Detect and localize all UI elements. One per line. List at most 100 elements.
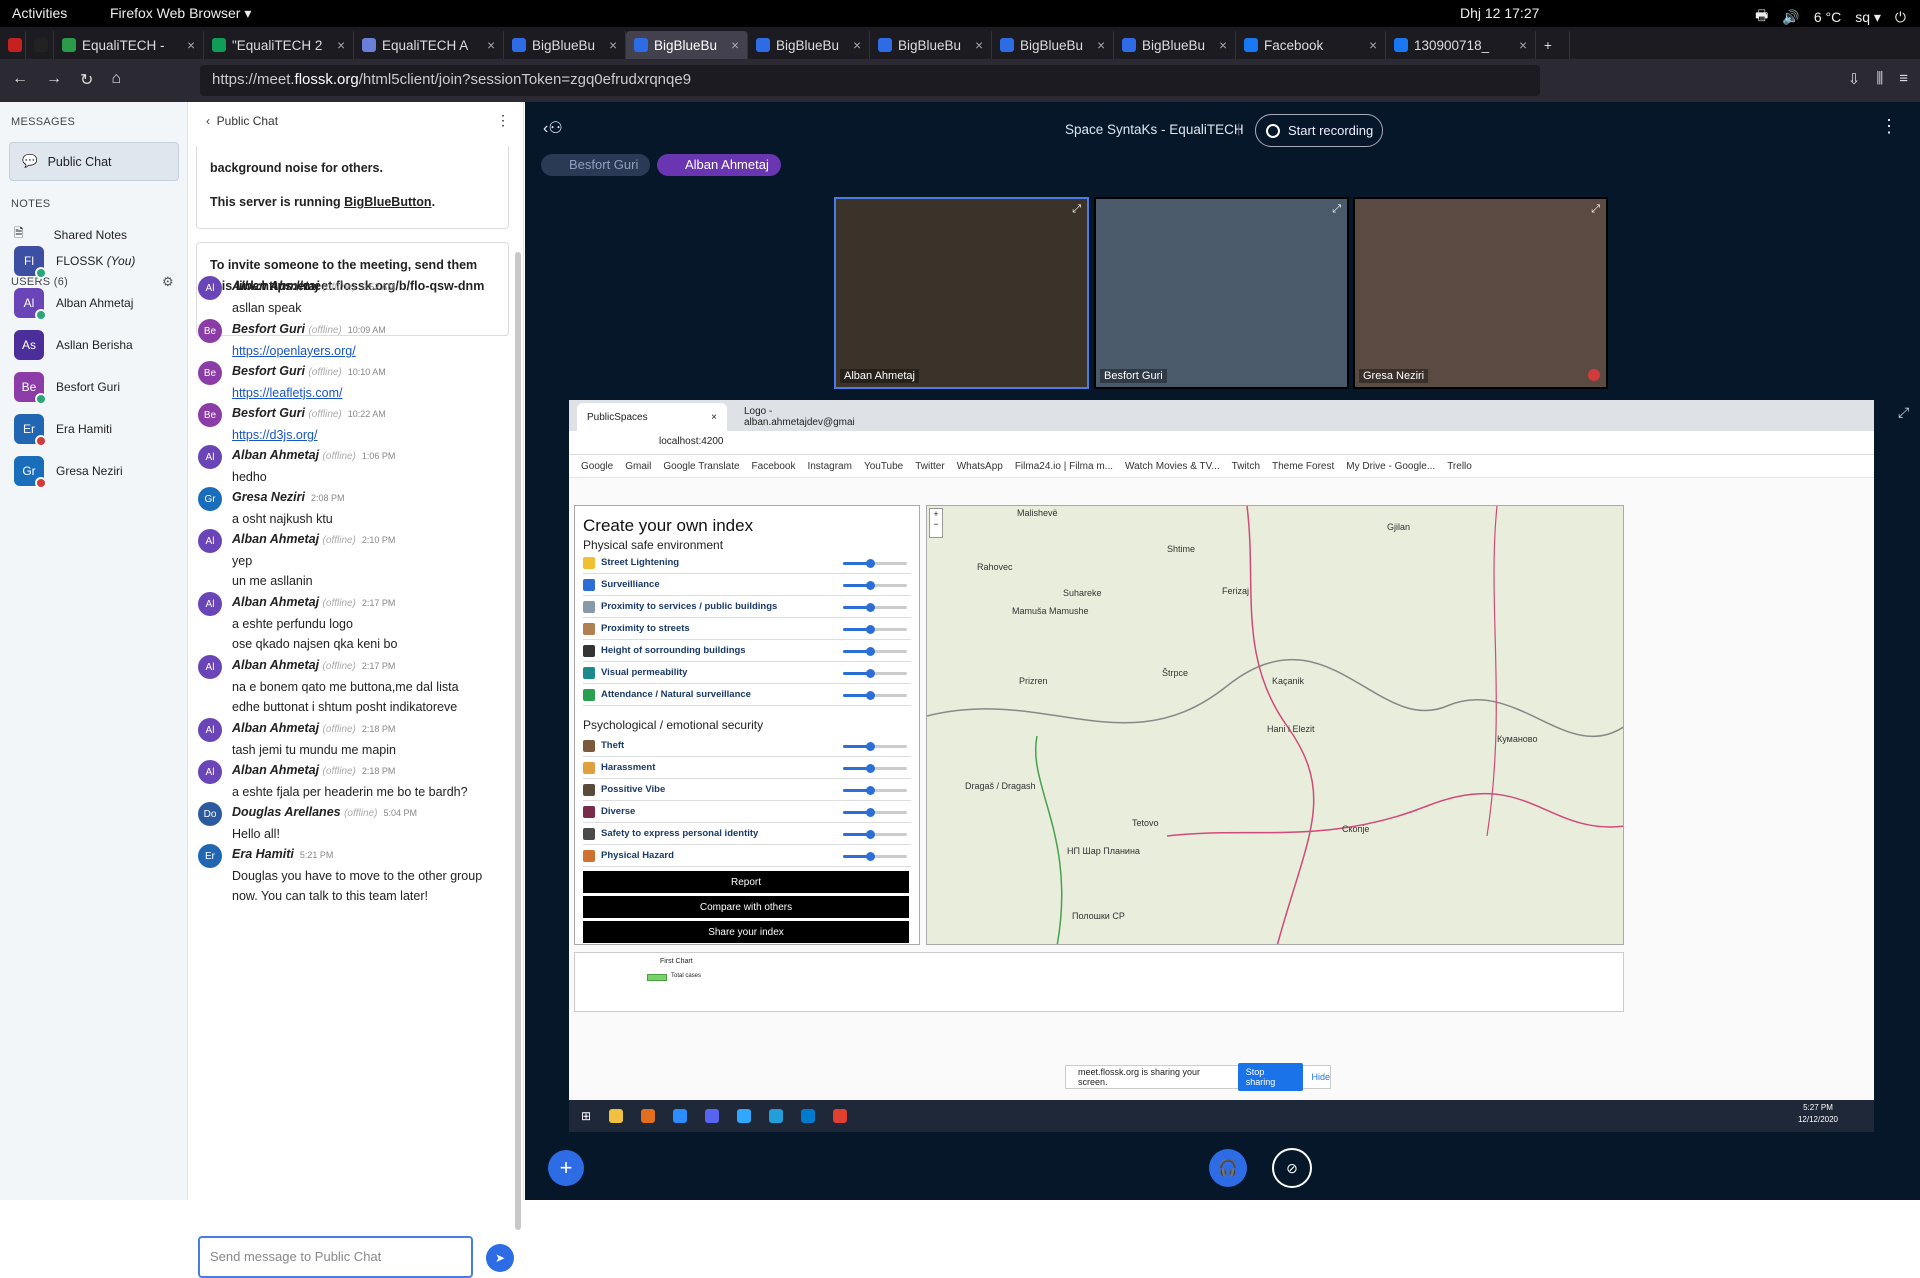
browser-tab[interactable]: "EqualiTECH 2 × (204, 31, 354, 59)
report-button[interactable]: Report (583, 871, 909, 893)
map-view[interactable]: Malishevë Gjilan Ferizaj Shtime Rahovec Suhar… (926, 505, 1624, 945)
screenshare-view[interactable]: PublicSpaces × Logo - alban.ahmetajdev@gm… (569, 400, 1874, 1132)
user-item[interactable]: Be Besfort Guri (14, 372, 120, 405)
browser-tab[interactable]: Facebook × (1236, 31, 1386, 59)
close-icon[interactable]: × (1369, 38, 1377, 53)
weather-label[interactable]: 6 °C (1814, 9, 1841, 25)
url-bar[interactable]: https://meet.flossk.org/html5client/join… (200, 65, 1540, 96)
fullscreen-icon[interactable]: ⤢ (1072, 203, 1081, 216)
options-icon[interactable]: ⋮ (1880, 116, 1898, 137)
folder-icon[interactable] (609, 1109, 624, 1123)
audio-button[interactable]: 🎧 (1209, 1149, 1247, 1187)
indicator-slider[interactable] (843, 830, 907, 839)
browser-tab[interactable]: BigBlueBu × (504, 31, 626, 59)
hide-button[interactable]: Hide (1311, 1072, 1330, 1082)
app-menu[interactable]: Firefox Web Browser ▾ (110, 5, 251, 22)
windows-start-icon[interactable]: ⊞ (581, 1109, 591, 1123)
close-icon[interactable]: × (1519, 38, 1527, 53)
indicator-slider[interactable] (843, 669, 907, 678)
chrome-icon[interactable] (833, 1109, 848, 1123)
photoshop-icon[interactable] (737, 1109, 752, 1123)
forward-icon[interactable]: → (46, 70, 62, 90)
home-icon[interactable]: ⌂ (111, 70, 121, 90)
user-list-toggle-icon[interactable]: ‹⚇ (543, 118, 563, 138)
indicator-slider[interactable] (843, 852, 907, 861)
user-item[interactable]: Fl FLOSSK (You) (14, 246, 135, 279)
compare-button[interactable]: Compare with others (583, 896, 909, 918)
volume-icon[interactable]: 🔊 (1782, 9, 1799, 26)
scrollbar[interactable] (515, 252, 521, 1230)
close-icon[interactable]: × (853, 38, 861, 53)
message-link[interactable]: https://openlayers.org/ (232, 344, 356, 358)
browser-tab[interactable]: EqualiTECH - × (54, 31, 204, 59)
activities-button[interactable]: Activities (12, 5, 67, 21)
fullscreen-icon[interactable]: ⤢ (1591, 203, 1600, 216)
close-icon[interactable]: × (1097, 38, 1105, 53)
reload-icon[interactable]: ↻ (80, 70, 93, 90)
indicator-slider[interactable] (843, 742, 907, 751)
indicator-slider[interactable] (843, 581, 907, 590)
start-recording-button[interactable]: Start recording (1255, 114, 1383, 147)
vscode-icon[interactable] (801, 1109, 816, 1123)
zoom-control[interactable]: + − (929, 508, 943, 538)
bbb-link[interactable]: BigBlueButton (344, 195, 431, 209)
browser-tab[interactable]: BigBlueBu × (1114, 31, 1236, 59)
share-index-button[interactable]: Share your index (583, 921, 909, 943)
keyboard-layout[interactable]: sq ▾ (1855, 9, 1881, 26)
indicator-slider[interactable] (843, 603, 907, 612)
stop-sharing-button[interactable]: Stop sharing (1237, 1063, 1304, 1091)
user-item[interactable]: Er Era Hamiti (14, 414, 112, 447)
more-options-icon[interactable]: ⋮ (496, 112, 510, 129)
shared-notes-item[interactable]: 🗎 Shared Notes (14, 224, 127, 245)
browser-tab[interactable]: BigBlueBu × (870, 31, 992, 59)
printer-icon[interactable]: 🖶 (1755, 5, 1768, 29)
browser-tab[interactable]: EqualiTECH A × (354, 31, 504, 59)
windows-clock[interactable]: 5:27 PM 12/12/2020 (1798, 1102, 1838, 1126)
close-icon[interactable]: × (487, 38, 495, 53)
send-button[interactable]: ➤ (486, 1244, 514, 1272)
zoom-icon[interactable] (673, 1109, 688, 1123)
browser-tab[interactable]: BigBlueBu × (626, 31, 748, 59)
fullscreen-icon[interactable]: ⤢ (1332, 203, 1341, 216)
close-icon[interactable]: × (337, 38, 345, 53)
menu-icon[interactable]: ≡ (1899, 70, 1908, 88)
close-icon[interactable]: × (731, 38, 739, 53)
video-tile[interactable]: Alban Ahmetaj ⤢ (834, 197, 1089, 389)
video-user-name[interactable]: Alban Ahmetaj (840, 369, 919, 383)
video-user-name[interactable]: Gresa Neziri (1359, 369, 1429, 383)
video-user-name[interactable]: Besfort Guri (1100, 369, 1167, 383)
close-icon[interactable]: × (187, 38, 195, 53)
user-item[interactable]: As Asllan Berisha (14, 330, 133, 360)
fullscreen-icon[interactable]: ⤢ (1898, 404, 1909, 421)
indicator-slider[interactable] (843, 764, 907, 773)
browser-tab[interactable]: 130900718_ × (1386, 31, 1536, 59)
library-icon[interactable]: ⫼ (1876, 70, 1883, 88)
vlc-icon[interactable] (641, 1109, 656, 1123)
back-icon[interactable]: ← (12, 70, 28, 90)
video-button[interactable]: ⊘ (1272, 1148, 1312, 1188)
chat-input[interactable]: Send message to Public Chat (198, 1236, 473, 1278)
indicator-slider[interactable] (843, 786, 907, 795)
video-tile[interactable]: Gresa Neziri ⤢ (1353, 197, 1608, 389)
close-icon[interactable]: × (1219, 38, 1227, 53)
indicator-slider[interactable] (843, 691, 907, 700)
discord-icon[interactable] (705, 1109, 720, 1123)
browser-tab[interactable]: BigBlueBu × (748, 31, 870, 59)
indicator-slider[interactable] (843, 808, 907, 817)
system-tray[interactable]: 🖶 🔊 6 °C sq ▾ ⏻ (1755, 5, 1906, 29)
indicator-slider[interactable] (843, 647, 907, 656)
browser-tab[interactable] (26, 31, 54, 59)
gear-icon[interactable]: ⚙ (162, 274, 174, 290)
power-icon[interactable]: ⏻ (1895, 9, 1906, 26)
chat-back-button[interactable]: ‹ Public Chat (206, 114, 278, 128)
browser-tab[interactable] (0, 31, 26, 59)
download-icon[interactable]: ⇩ (1848, 70, 1861, 88)
telegram-icon[interactable] (769, 1109, 784, 1123)
message-link[interactable]: https://d3js.org/ (232, 428, 317, 442)
user-item[interactable]: Gr Gresa Neziri (14, 456, 123, 489)
indicator-slider[interactable] (843, 559, 907, 568)
video-tile[interactable]: Besfort Guri ⤢ (1094, 197, 1349, 389)
indicator-slider[interactable] (843, 625, 907, 634)
message-link[interactable]: https://leafletjs.com/ (232, 386, 342, 400)
public-chat-item[interactable]: 💬 Public Chat (9, 142, 179, 181)
